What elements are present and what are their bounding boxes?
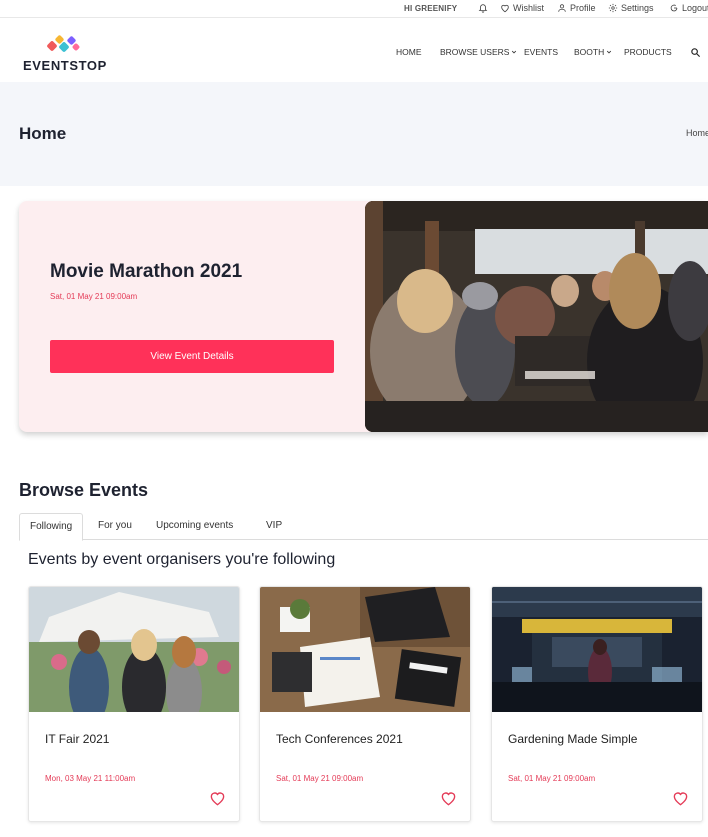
nav-home-label: HOME bbox=[396, 47, 422, 57]
logout-icon bbox=[670, 4, 678, 12]
event-card-title: IT Fair 2021 bbox=[45, 732, 110, 746]
event-card[interactable]: IT Fair 2021 Mon, 03 May 21 11:00am bbox=[28, 586, 240, 822]
logo-mark-icon bbox=[47, 35, 80, 52]
profile-link[interactable]: Profile bbox=[557, 3, 596, 13]
event-card-date: Sat, 01 May 21 09:00am bbox=[276, 774, 364, 783]
heart-icon[interactable] bbox=[672, 791, 689, 806]
event-card-title: Gardening Made Simple bbox=[508, 732, 638, 746]
event-card[interactable]: Tech Conferences 2021 Sat, 01 May 21 09:… bbox=[259, 586, 471, 822]
utility-bar: HI GREENIFY Wishlist Profile Settings Lo… bbox=[0, 0, 708, 18]
search-icon[interactable] bbox=[690, 47, 701, 58]
user-icon bbox=[558, 4, 566, 12]
nav-events[interactable]: EVENTS bbox=[524, 47, 558, 57]
nav-booth-label: BOOTH bbox=[574, 47, 605, 57]
featured-event-photo bbox=[365, 201, 708, 432]
brand-logo[interactable]: EVENTSTOP bbox=[22, 34, 112, 76]
event-card-image bbox=[29, 587, 239, 712]
event-card[interactable]: Gardening Made Simple Sat, 01 May 21 09:… bbox=[491, 586, 703, 822]
event-tabs: Following For you Upcoming events VIP bbox=[19, 513, 708, 541]
tab-following[interactable]: Following bbox=[19, 513, 84, 541]
nav-home[interactable]: HOME bbox=[396, 47, 422, 57]
gear-icon bbox=[608, 3, 618, 13]
page-header: Home Home bbox=[0, 82, 708, 186]
exhibit-hall-image bbox=[492, 587, 702, 712]
notifications-button[interactable] bbox=[478, 3, 491, 13]
settings-label: Settings bbox=[621, 3, 654, 13]
wishlist-label: Wishlist bbox=[513, 3, 544, 13]
event-card-image bbox=[492, 587, 702, 712]
featured-event-banner: Movie Marathon 2021 Sat, 01 May 21 09:00… bbox=[19, 201, 708, 432]
profile-label: Profile bbox=[570, 3, 596, 13]
event-card-date: Mon, 03 May 21 11:00am bbox=[45, 774, 136, 783]
tab-for-you[interactable]: For you bbox=[88, 513, 142, 540]
nav-booth[interactable]: BOOTH bbox=[574, 47, 612, 57]
page-title: Home bbox=[19, 124, 67, 143]
heart-icon[interactable] bbox=[209, 791, 226, 806]
bell-icon bbox=[478, 4, 488, 13]
nav-browse-users-label: BROWSE USERS bbox=[440, 47, 510, 57]
logout-link[interactable]: Logout bbox=[669, 3, 708, 13]
main-navbar: EVENTSTOP HOME BROWSE USERS EVENTS BOOTH… bbox=[0, 25, 708, 81]
tab-upcoming-events[interactable]: Upcoming events bbox=[146, 513, 243, 540]
user-greeting: HI GREENIFY bbox=[404, 4, 458, 13]
chevron-down-icon bbox=[607, 50, 612, 54]
tab-vip[interactable]: VIP bbox=[256, 513, 292, 540]
following-section-title: Events by event organisers you're follow… bbox=[28, 551, 336, 568]
tech-desk-image bbox=[260, 587, 470, 712]
logout-label: Logout bbox=[682, 3, 708, 13]
featured-event-title: Movie Marathon 2021 bbox=[50, 261, 243, 282]
chevron-down-icon bbox=[512, 50, 517, 54]
nav-products[interactable]: PRODUCTS bbox=[624, 47, 672, 57]
heart-icon[interactable] bbox=[440, 791, 457, 806]
event-card-image bbox=[260, 587, 470, 712]
event-card-date: Sat, 01 May 21 09:00am bbox=[508, 774, 596, 783]
heart-icon bbox=[501, 4, 509, 13]
event-card-title: Tech Conferences 2021 bbox=[276, 732, 403, 746]
nav-products-label: PRODUCTS bbox=[624, 47, 672, 57]
wishlist-link[interactable]: Wishlist bbox=[500, 3, 544, 13]
outdoor-fair-image bbox=[29, 587, 239, 712]
settings-link[interactable]: Settings bbox=[608, 3, 654, 13]
nav-browse-users[interactable]: BROWSE USERS bbox=[440, 47, 517, 57]
browse-events-heading: Browse Events bbox=[19, 480, 149, 500]
breadcrumb[interactable]: Home bbox=[686, 128, 708, 138]
brand-name: EVENTSTOP bbox=[23, 58, 107, 73]
featured-event-date: Sat, 01 May 21 09:00am bbox=[50, 292, 138, 301]
dinner-crowd-image bbox=[365, 201, 708, 432]
view-event-details-button[interactable]: View Event Details bbox=[50, 340, 334, 373]
nav-events-label: EVENTS bbox=[524, 47, 559, 57]
